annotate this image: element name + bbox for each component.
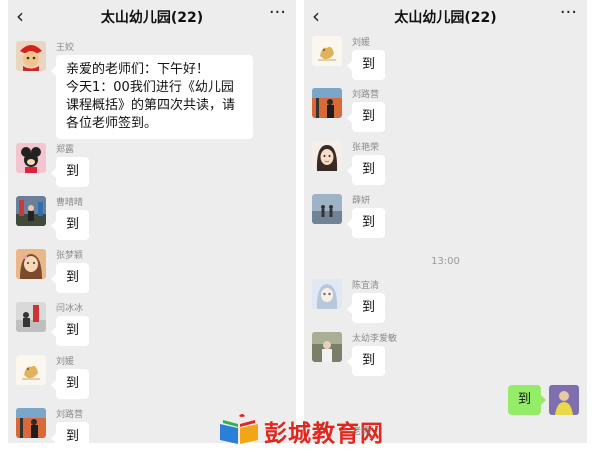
avatar[interactable] bbox=[312, 88, 342, 118]
message-bubble[interactable]: 到 bbox=[51, 157, 89, 187]
avatar[interactable] bbox=[312, 36, 342, 66]
sender-name: 薛妍 bbox=[352, 196, 371, 206]
avatar[interactable] bbox=[312, 279, 342, 309]
sender-name: 张艳荣 bbox=[352, 143, 380, 153]
sender-name: 刘路营 bbox=[56, 410, 84, 420]
message-bubble[interactable]: 到 bbox=[347, 208, 385, 238]
timestamp: 13:00 bbox=[431, 256, 460, 267]
chat-title: 太山幼儿园(22) bbox=[394, 10, 497, 26]
message-bubble[interactable]: 到 bbox=[51, 369, 89, 399]
sender-name: 陈宜清 bbox=[352, 281, 380, 291]
chat-pane-right: ‹ 太山幼儿园(22) ··· 刘媛 到 刘路营 到 张艳荣 到 薛妍 到 13… bbox=[304, 0, 587, 443]
watermark-subtext: 老师 bbox=[352, 427, 371, 437]
message-bubble[interactable]: 到 bbox=[347, 102, 385, 132]
avatar[interactable] bbox=[312, 194, 342, 224]
avatar[interactable] bbox=[16, 249, 46, 279]
message-bubble[interactable]: 到 bbox=[51, 422, 89, 443]
avatar[interactable] bbox=[16, 355, 46, 385]
avatar[interactable] bbox=[312, 141, 342, 171]
sender-name: 刘媛 bbox=[352, 38, 371, 48]
message-bubble[interactable]: 到 bbox=[347, 50, 385, 80]
avatar[interactable] bbox=[16, 143, 46, 173]
message-bubble[interactable]: 到 bbox=[347, 293, 385, 323]
message-bubble[interactable]: 到 bbox=[51, 263, 89, 293]
message-bubble[interactable]: 到 bbox=[347, 346, 385, 376]
sender-name: 曹晴晴 bbox=[56, 198, 84, 208]
more-icon[interactable]: ··· bbox=[560, 2, 577, 23]
message-bubble[interactable]: 到 bbox=[347, 155, 385, 185]
sender-name: 张梦颖 bbox=[56, 251, 84, 261]
avatar[interactable] bbox=[16, 41, 46, 71]
sender-name: 刘路营 bbox=[352, 90, 380, 100]
avatar[interactable] bbox=[16, 408, 46, 438]
self-avatar[interactable] bbox=[549, 385, 579, 415]
message-bubble[interactable]: 亲爱的老师们：下午好！ 今天1：00我们进行《幼儿园课程概括》的第四次共读，请各… bbox=[51, 55, 253, 139]
sender-name: 王姣 bbox=[56, 43, 75, 53]
chat-pane-left: ‹ 太山幼儿园(22) ··· 王姣 亲爱的老师们：下午好！ 今天1：00我们进… bbox=[8, 0, 296, 443]
sender-name: 刘媛 bbox=[56, 357, 75, 367]
message-bubble[interactable]: 到 bbox=[51, 316, 89, 346]
chat-title: 太山幼儿园(22) bbox=[100, 10, 204, 26]
chat-header: ‹ 太山幼儿园(22) ··· bbox=[8, 0, 296, 34]
more-icon[interactable]: ··· bbox=[269, 2, 286, 23]
chat-header: ‹ 太山幼儿园(22) ··· bbox=[304, 0, 587, 34]
sender-name: 太幼李爱敏 bbox=[352, 334, 398, 344]
sender-name: 闫冰冰 bbox=[56, 304, 84, 314]
sender-name: 郑露 bbox=[56, 145, 75, 155]
avatar[interactable] bbox=[312, 332, 342, 362]
message-bubble[interactable]: 到 bbox=[51, 210, 89, 240]
avatar[interactable] bbox=[16, 196, 46, 226]
avatar[interactable] bbox=[16, 302, 46, 332]
book-logo-icon bbox=[218, 412, 260, 450]
self-message-bubble[interactable]: 到 bbox=[508, 385, 546, 415]
